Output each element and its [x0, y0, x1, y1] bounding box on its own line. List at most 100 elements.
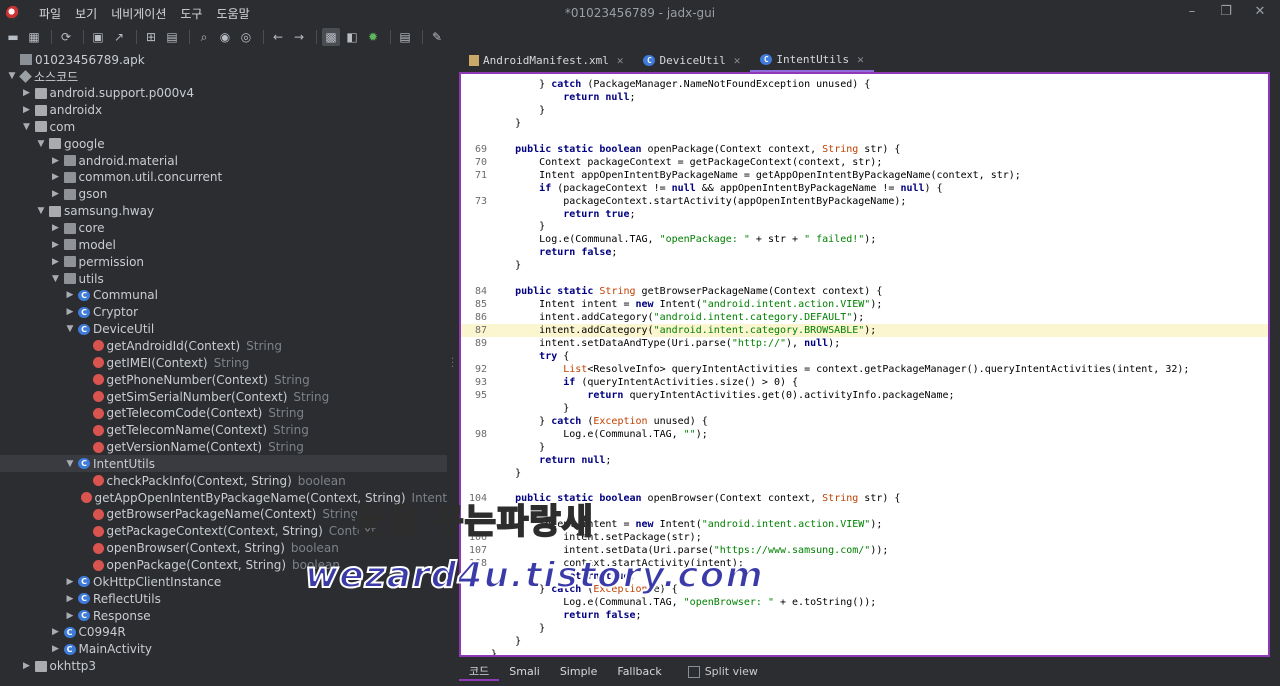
code-line[interactable]: }: [461, 259, 1268, 272]
back-arrow-icon[interactable]: ←: [269, 28, 287, 46]
maximize-icon[interactable]: ❐: [1216, 3, 1236, 21]
collapsed-arrow-icon[interactable]: ▶: [64, 594, 76, 604]
code-line[interactable]: }: [461, 648, 1268, 655]
close-icon[interactable]: ✕: [1250, 3, 1270, 21]
drag-handle-icon[interactable]: · · ·: [451, 355, 454, 373]
tree-item[interactable]: ▶ core: [0, 220, 447, 237]
code-line[interactable]: 95 return queryIntentActivities.get(0).a…: [461, 389, 1268, 402]
menu-view[interactable]: 보기: [68, 5, 104, 22]
code-line[interactable]: 86 intent.addCategory("android.intent.ca…: [461, 311, 1268, 324]
expanded-arrow-icon[interactable]: ▼: [64, 324, 76, 334]
tree-item[interactable]: ▼ 소스코드: [0, 68, 447, 85]
reload-icon[interactable]: ⟳: [57, 28, 75, 46]
collapsed-arrow-icon[interactable]: ▶: [50, 156, 62, 166]
tree-item[interactable]: ▼ utils: [0, 270, 447, 287]
code-line[interactable]: [461, 479, 1268, 492]
collapsed-arrow-icon[interactable]: ▶: [50, 257, 62, 267]
tree-item[interactable]: ▼ google: [0, 135, 447, 152]
code-line[interactable]: 93 if (queryIntentActivities.size() > 0)…: [461, 376, 1268, 389]
editor-tab[interactable]: AndroidManifest.xml ✕: [459, 48, 633, 72]
menu-file[interactable]: 파일: [32, 5, 68, 22]
tree-item[interactable]: getIMEI(Context) String: [0, 354, 447, 371]
collapsed-arrow-icon[interactable]: ▶: [50, 644, 62, 654]
code-line[interactable]: }: [461, 622, 1268, 635]
tree-item[interactable]: ▶ C Cryptor: [0, 304, 447, 321]
code-line[interactable]: }: [461, 635, 1268, 648]
tree-item[interactable]: ▶ C Communal: [0, 287, 447, 304]
code-line[interactable]: 71 Intent appOpenIntentByPackageName = g…: [461, 169, 1268, 182]
collapsed-arrow-icon[interactable]: ▶: [50, 240, 62, 250]
tree-item[interactable]: ▶ gson: [0, 186, 447, 203]
expanded-arrow-icon[interactable]: ▼: [35, 139, 47, 149]
deobfuscation-icon[interactable]: ▩: [322, 28, 340, 46]
code-line[interactable]: } catch (Exception unused) {: [461, 415, 1268, 428]
tree-item[interactable]: ▶ C Response: [0, 607, 447, 624]
code-line[interactable]: } catch (PackageManager.NameNotFoundExce…: [461, 78, 1268, 91]
tab-code[interactable]: 코드: [459, 663, 500, 681]
code-line[interactable]: 89 intent.setDataAndType(Uri.parse("http…: [461, 337, 1268, 350]
preferences-wrench-icon[interactable]: ✎: [428, 28, 446, 46]
tree-item[interactable]: ▼ C IntentUtils: [0, 455, 447, 473]
tree-item[interactable]: getPhoneNumber(Context) String: [0, 371, 447, 388]
code-line[interactable]: Log.e(Communal.TAG, "openBrowser: " + e.…: [461, 596, 1268, 609]
tab-fallback[interactable]: Fallback: [607, 665, 671, 678]
tree-item[interactable]: ▼ C DeviceUtil: [0, 321, 447, 338]
collapsed-arrow-icon[interactable]: ▶: [64, 290, 76, 300]
tree-item[interactable]: ▶ model: [0, 236, 447, 253]
code-line[interactable]: if (packageContext != null && appOpenInt…: [461, 182, 1268, 195]
tree-item[interactable]: ▶ C C0994R: [0, 624, 447, 641]
code-line[interactable]: 98 Log.e(Communal.TAG, "");: [461, 428, 1268, 441]
code-line[interactable]: return false;: [461, 246, 1268, 259]
expanded-arrow-icon[interactable]: ▼: [6, 71, 18, 81]
menu-tools[interactable]: 도구: [173, 5, 209, 22]
flatten-packages-icon[interactable]: ▤: [163, 28, 181, 46]
tree-item[interactable]: ▼ com: [0, 118, 447, 135]
tree-item[interactable]: ▶ androidx: [0, 102, 447, 119]
tree-item[interactable]: getSimSerialNumber(Context) String: [0, 388, 447, 405]
collapsed-arrow-icon[interactable]: ▶: [50, 189, 62, 199]
code-line[interactable]: }: [461, 441, 1268, 454]
tree-item[interactable]: ▶ common.util.concurrent: [0, 169, 447, 186]
add-files-icon[interactable]: ▦: [25, 28, 43, 46]
collapsed-arrow-icon[interactable]: ▶: [64, 611, 76, 621]
expanded-arrow-icon[interactable]: ▼: [64, 459, 76, 469]
tab-simple[interactable]: Simple: [550, 665, 608, 678]
tree-item[interactable]: getAndroidId(Context) String: [0, 337, 447, 354]
search-icon[interactable]: ⌕: [195, 28, 213, 46]
code-line[interactable]: 92 List<ResolveInfo> queryIntentActiviti…: [461, 363, 1268, 376]
collapsed-arrow-icon[interactable]: ▶: [21, 105, 33, 115]
code-line[interactable]: return true;: [461, 208, 1268, 221]
code-line[interactable]: 85 Intent intent = new Intent("android.i…: [461, 298, 1268, 311]
code-line[interactable]: return false;: [461, 609, 1268, 622]
code-line[interactable]: }: [461, 402, 1268, 415]
tree-item[interactable]: getTelecomCode(Context) String: [0, 405, 447, 422]
minimize-icon[interactable]: –: [1182, 3, 1202, 21]
log-viewer-icon[interactable]: ▤: [396, 28, 414, 46]
open-file-icon[interactable]: ▬: [4, 28, 22, 46]
tree-item[interactable]: 01023456789.apk: [0, 51, 447, 68]
code-line[interactable]: return null;: [461, 91, 1268, 104]
collapsed-arrow-icon[interactable]: ▶: [50, 172, 62, 182]
code-line[interactable]: [461, 130, 1268, 143]
menu-help[interactable]: 도움말: [209, 5, 256, 22]
collapsed-arrow-icon[interactable]: ▶: [64, 577, 76, 587]
tree-item[interactable]: checkPackInfo(Context, String) boolean: [0, 472, 447, 489]
tree-item[interactable]: ▶ okhttp3: [0, 658, 447, 675]
code-line[interactable]: return null;: [461, 454, 1268, 467]
code-line[interactable]: }: [461, 467, 1268, 480]
expanded-arrow-icon[interactable]: ▼: [35, 206, 47, 216]
code-line[interactable]: }: [461, 220, 1268, 233]
tab-smali[interactable]: Smali: [499, 665, 550, 678]
find-usage-icon[interactable]: ◎: [237, 28, 255, 46]
tree-item[interactable]: ▶ android.material: [0, 152, 447, 169]
close-tab-icon[interactable]: ✕: [617, 54, 624, 67]
editor-tab[interactable]: C IntentUtils ✕: [750, 48, 874, 72]
close-tab-icon[interactable]: ✕: [857, 53, 864, 66]
tree-item[interactable]: ▶ permission: [0, 253, 447, 270]
code-line[interactable]: 69 public static boolean openPackage(Con…: [461, 143, 1268, 156]
code-line[interactable]: 70 Context packageContext = getPackageCo…: [461, 156, 1268, 169]
tree-item[interactable]: ▶ android.support.p000v4: [0, 85, 447, 102]
collapsed-arrow-icon[interactable]: ▶: [50, 627, 62, 637]
code-line[interactable]: Log.e(Communal.TAG, "openPackage: " + st…: [461, 233, 1268, 246]
code-line[interactable]: }: [461, 117, 1268, 130]
